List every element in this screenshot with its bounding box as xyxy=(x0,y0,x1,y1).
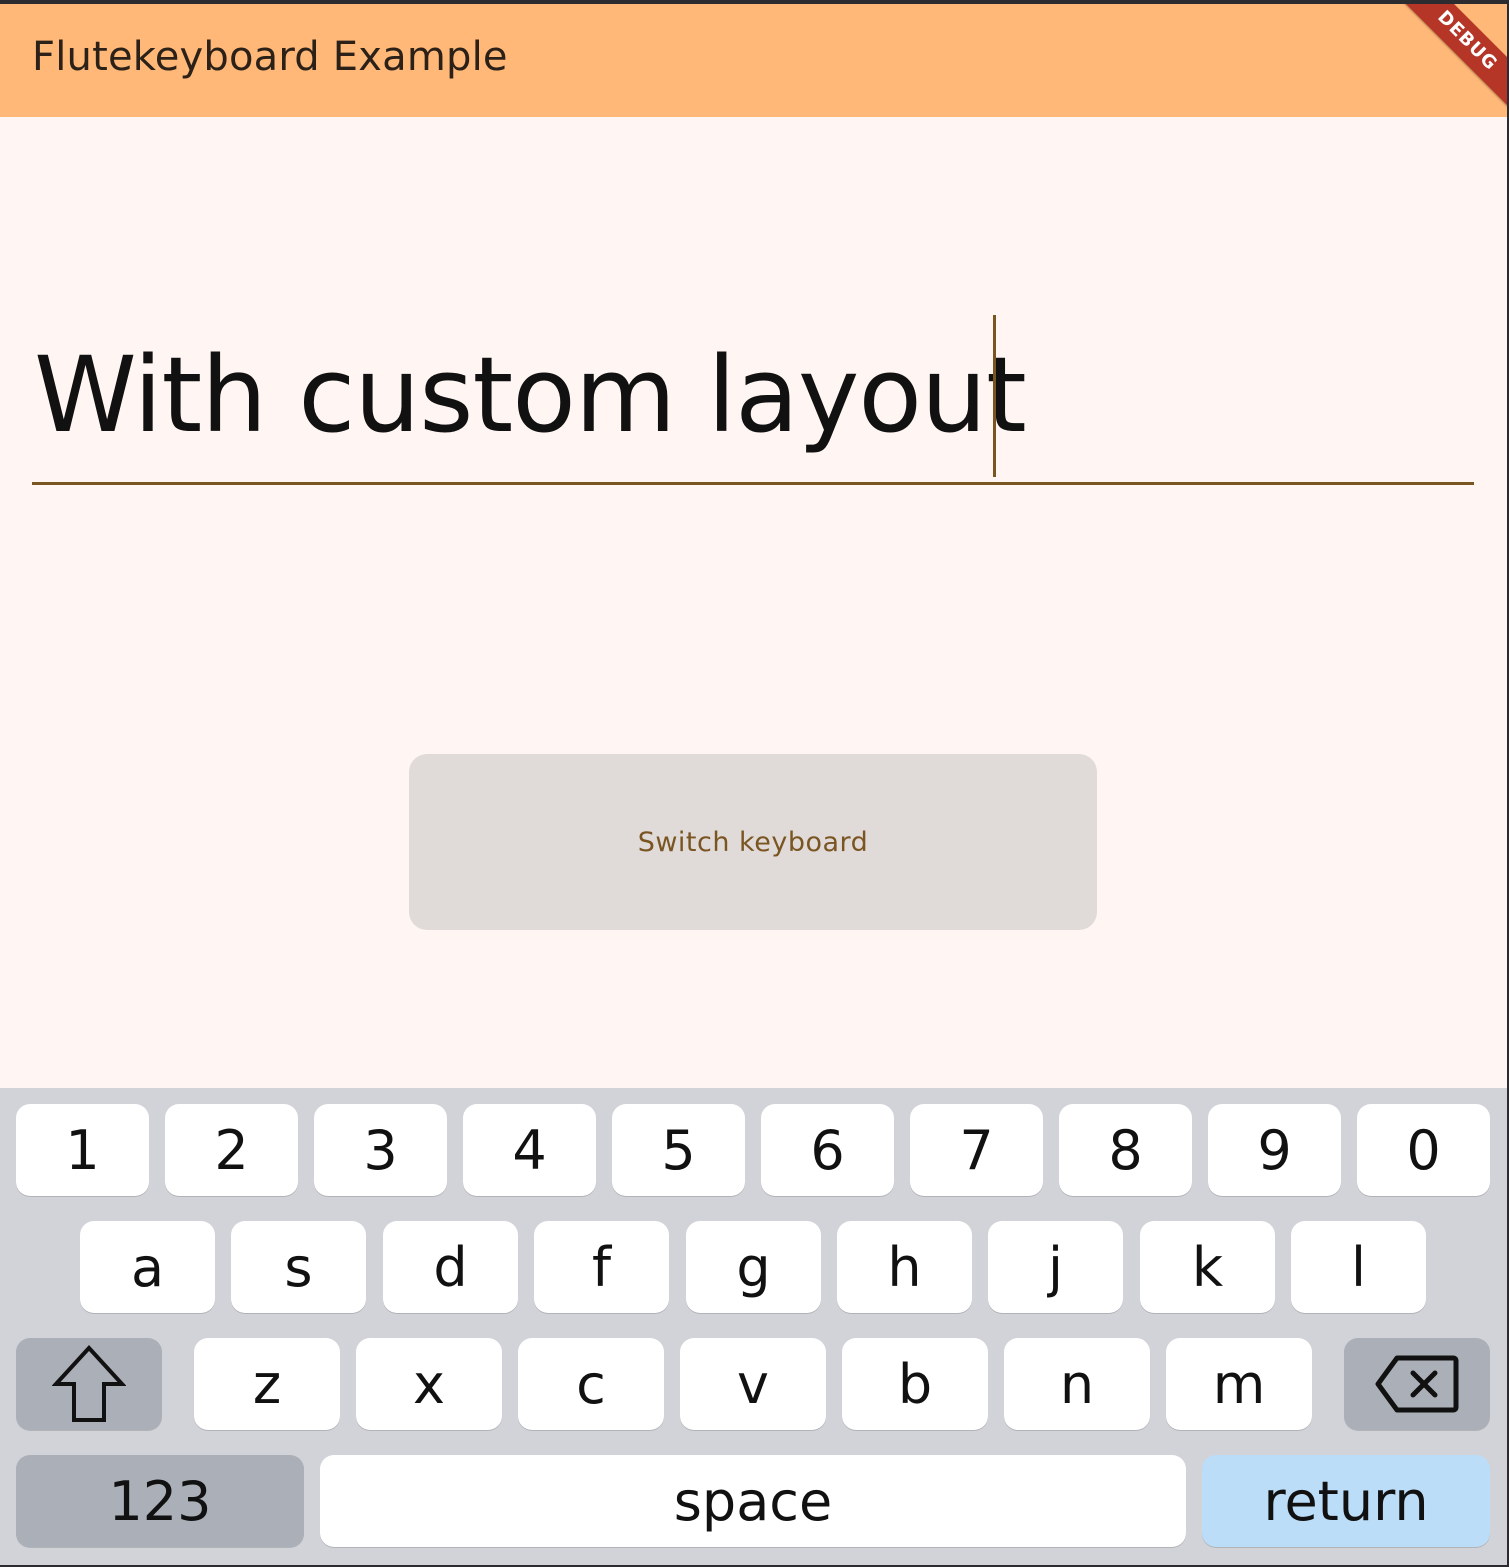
key-n[interactable]: n xyxy=(1004,1338,1150,1430)
key-l[interactable]: l xyxy=(1291,1221,1426,1313)
key-d[interactable]: d xyxy=(383,1221,518,1313)
backspace-key[interactable] xyxy=(1344,1338,1490,1430)
key-9[interactable]: 9 xyxy=(1208,1104,1341,1196)
key-j[interactable]: j xyxy=(988,1221,1123,1313)
key-f[interactable]: f xyxy=(534,1221,669,1313)
key-h[interactable]: h xyxy=(837,1221,972,1313)
space-key[interactable]: space xyxy=(320,1455,1186,1547)
text-field-underline xyxy=(32,482,1474,485)
return-key[interactable]: return xyxy=(1202,1455,1490,1547)
switch-keyboard-button[interactable]: Switch keyboard xyxy=(409,754,1097,930)
key-k[interactable]: k xyxy=(1140,1221,1275,1313)
text-field-value[interactable]: With custom layout xyxy=(34,334,1027,456)
shift-arrow-icon xyxy=(52,1345,126,1422)
key-3[interactable]: 3 xyxy=(314,1104,447,1196)
numbers-mode-key[interactable]: 123 xyxy=(16,1455,304,1547)
key-m[interactable]: m xyxy=(1166,1338,1312,1430)
on-screen-keyboard: 1 2 3 4 5 6 7 8 9 0 a s d f g h j k l z … xyxy=(0,1088,1507,1565)
key-b[interactable]: b xyxy=(842,1338,988,1430)
debug-banner: DEBUG xyxy=(1394,4,1507,114)
key-c[interactable]: c xyxy=(518,1338,664,1430)
shift-key[interactable] xyxy=(16,1338,162,1430)
key-g[interactable]: g xyxy=(686,1221,821,1313)
key-4[interactable]: 4 xyxy=(463,1104,596,1196)
key-2[interactable]: 2 xyxy=(165,1104,298,1196)
key-x[interactable]: x xyxy=(356,1338,502,1430)
key-8[interactable]: 8 xyxy=(1059,1104,1192,1196)
app-window: Flutekeyboard Example DEBUG With custom … xyxy=(0,4,1507,1565)
text-cursor xyxy=(993,315,996,477)
key-6[interactable]: 6 xyxy=(761,1104,894,1196)
key-s[interactable]: s xyxy=(231,1221,366,1313)
key-a[interactable]: a xyxy=(80,1221,215,1313)
backspace-icon xyxy=(1375,1355,1459,1413)
app-bar: Flutekeyboard Example DEBUG xyxy=(0,4,1507,117)
key-1[interactable]: 1 xyxy=(16,1104,149,1196)
key-7[interactable]: 7 xyxy=(910,1104,1043,1196)
key-z[interactable]: z xyxy=(194,1338,340,1430)
key-v[interactable]: v xyxy=(680,1338,826,1430)
key-5[interactable]: 5 xyxy=(612,1104,745,1196)
key-0[interactable]: 0 xyxy=(1357,1104,1490,1196)
app-bar-title: Flutekeyboard Example xyxy=(32,34,508,80)
